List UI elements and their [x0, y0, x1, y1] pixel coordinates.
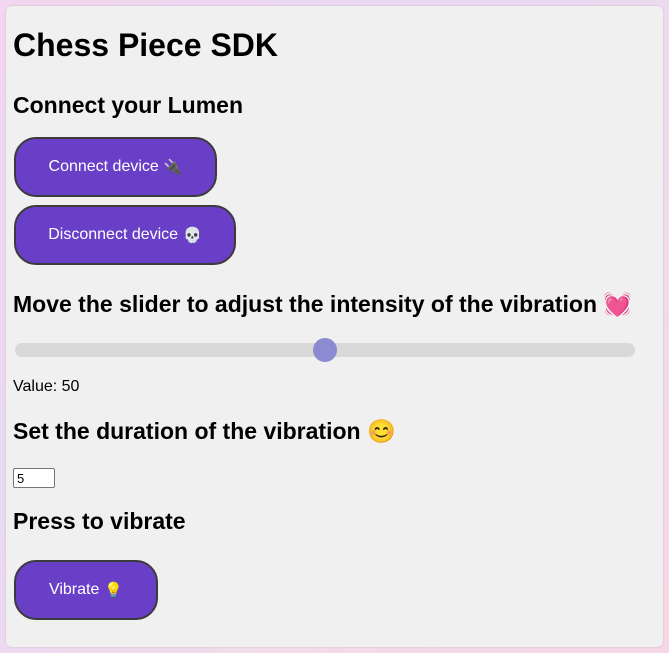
intensity-heading-text: Move the slider to adjust the intensity … [13, 291, 598, 317]
intensity-heading: Move the slider to adjust the intensity … [13, 290, 632, 318]
duration-heading: Set the duration of the vibration 😊 [13, 417, 396, 445]
vibrate-label: Vibrate [48, 581, 100, 598]
heart-icon: 💓 [603, 291, 633, 317]
app-panel: Chess Piece SDK Connect your Lumen Conne… [6, 6, 663, 647]
connect-heading: Connect your Lumen [13, 92, 244, 118]
disconnect-device-button[interactable]: Disconnect device 💀 [14, 205, 236, 265]
vibrate-heading: Press to vibrate [13, 508, 186, 534]
skull-icon: 💀 [183, 227, 202, 244]
lightbulb-icon: 💡 [104, 582, 124, 599]
smile-icon: 😊 [366, 418, 396, 444]
disconnect-device-label: Disconnect device [48, 226, 179, 243]
vibrate-button[interactable]: Vibrate 💡 [14, 560, 158, 620]
connect-device-label: Connect device [48, 158, 159, 175]
intensity-value-label: Value: 50 [13, 378, 80, 395]
duration-heading-text: Set the duration of the vibration [13, 418, 361, 444]
duration-input[interactable] [13, 468, 55, 488]
intensity-slider-thumb[interactable] [313, 338, 337, 362]
plug-icon: 🔌 [163, 159, 183, 176]
page-title: Chess Piece SDK [13, 27, 279, 63]
connect-device-button[interactable]: Connect device 🔌 [14, 137, 217, 197]
